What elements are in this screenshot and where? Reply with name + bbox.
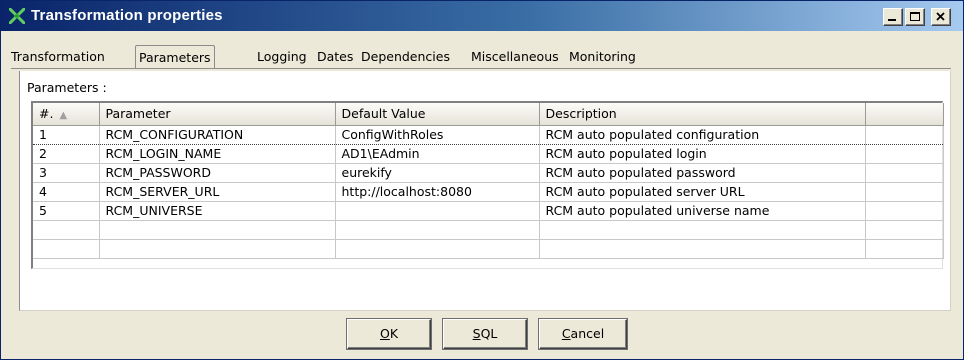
tab-label: Parameters: [139, 50, 211, 65]
empty-cell: [99, 239, 336, 259]
tab-transformation[interactable]: Transformation: [11, 45, 105, 69]
sql-mnemonic: S: [472, 326, 481, 341]
cell-description[interactable]: RCM auto populated server URL: [539, 182, 866, 202]
empty-cell: [865, 239, 944, 259]
parameters-table: #. ▲ Parameter Default Value Description …: [33, 103, 944, 259]
column-header-label: Parameter: [105, 106, 171, 122]
tab-logging[interactable]: Logging: [257, 45, 307, 69]
cell-description[interactable]: RCM auto populated configuration: [539, 124, 866, 145]
tab-dependencies[interactable]: Dependencies: [361, 45, 450, 69]
cell-default-value[interactable]: [335, 201, 540, 221]
cell-default-value[interactable]: eurekify: [335, 163, 540, 183]
column-header-parameter[interactable]: Parameter: [99, 103, 336, 126]
empty-cell: [335, 220, 540, 240]
tab-label: Transformation: [11, 49, 105, 64]
parameters-table-container[interactable]: #. ▲ Parameter Default Value Description …: [31, 101, 944, 269]
empty-cell: [865, 220, 944, 240]
ok-mnemonic: O: [379, 326, 390, 341]
maximize-button[interactable]: [905, 8, 925, 26]
cell-number[interactable]: 2: [33, 144, 100, 164]
empty-cell: [539, 220, 866, 240]
empty-cell: [33, 220, 100, 240]
cell-default-value[interactable]: ConfigWithRoles: [335, 124, 540, 145]
tab-label: Dates: [317, 49, 354, 64]
window-title: Transformation properties: [31, 7, 223, 24]
cell-number[interactable]: 1: [33, 124, 100, 145]
ok-label: K: [389, 326, 399, 341]
cell-empty: [865, 144, 944, 164]
empty-table-row[interactable]: [33, 220, 944, 240]
sql-label: QL: [480, 326, 498, 341]
table-header-row: #. ▲ Parameter Default Value Description: [33, 103, 944, 126]
tab-label: Monitoring: [569, 49, 636, 64]
minimize-button[interactable]: [883, 8, 903, 26]
tab-baseline: [11, 68, 951, 69]
column-header-label: #.: [39, 106, 54, 122]
column-header-default-value[interactable]: Default Value: [335, 103, 540, 126]
tab-label: Logging: [257, 49, 307, 64]
cell-description[interactable]: RCM auto populated password: [539, 163, 866, 183]
cancel-label: ancel: [570, 326, 605, 341]
cell-number[interactable]: 3: [33, 163, 100, 183]
cell-parameter[interactable]: RCM_SERVER_URL: [99, 182, 336, 202]
cancel-button[interactable]: Cancel: [539, 319, 627, 349]
cell-empty: [865, 201, 944, 221]
parameters-label: Parameters :: [27, 80, 107, 95]
sort-ascending-icon: ▲: [59, 110, 68, 122]
cell-default-value[interactable]: AD1\EAdmin: [335, 144, 540, 164]
cell-empty: [865, 124, 944, 145]
table-row[interactable]: 5 RCM_UNIVERSE RCM auto populated univer…: [33, 201, 944, 221]
tab-miscellaneous[interactable]: Miscellaneous: [471, 45, 559, 69]
column-header-description[interactable]: Description: [539, 103, 866, 126]
cell-parameter[interactable]: RCM_UNIVERSE: [99, 201, 336, 221]
tab-monitoring[interactable]: Monitoring: [569, 45, 636, 69]
column-header-empty: [865, 103, 944, 126]
table-row[interactable]: 3 RCM_PASSWORD eurekify RCM auto populat…: [33, 163, 944, 183]
close-button[interactable]: [931, 8, 951, 26]
tab-label: Miscellaneous: [471, 49, 559, 64]
ok-button[interactable]: OK: [347, 319, 431, 349]
table-row[interactable]: 2 RCM_LOGIN_NAME AD1\EAdmin RCM auto pop…: [33, 144, 944, 164]
column-header-label: Description: [545, 106, 617, 122]
title-bar[interactable]: Transformation properties: [1, 1, 963, 31]
cell-empty: [865, 182, 944, 202]
empty-cell: [539, 239, 866, 259]
cell-parameter[interactable]: RCM_CONFIGURATION: [99, 124, 336, 145]
cell-description[interactable]: RCM auto populated login: [539, 144, 866, 164]
cell-description[interactable]: RCM auto populated universe name: [539, 201, 866, 221]
column-header-number[interactable]: #. ▲: [33, 103, 100, 126]
tab-dates[interactable]: Dates: [317, 45, 353, 69]
sql-button[interactable]: SQL: [443, 319, 527, 349]
transformation-properties-dialog: Transformation properties Transformation…: [0, 0, 964, 360]
table-row[interactable]: 1 RCM_CONFIGURATION ConfigWithRoles RCM …: [33, 124, 944, 145]
table-row[interactable]: 4 RCM_SERVER_URL http://localhost:8080 R…: [33, 182, 944, 202]
empty-table-row[interactable]: [33, 239, 944, 259]
cell-number[interactable]: 4: [33, 182, 100, 202]
cell-default-value[interactable]: http://localhost:8080: [335, 182, 540, 202]
empty-cell: [335, 239, 540, 259]
column-header-label: Default Value: [341, 106, 426, 122]
cell-empty: [865, 163, 944, 183]
tab-strip: Transformation Parameters Logging Dates …: [11, 45, 951, 69]
tab-label: Dependencies: [361, 49, 450, 64]
cell-parameter[interactable]: RCM_LOGIN_NAME: [99, 144, 336, 164]
tab-parameters[interactable]: Parameters: [135, 45, 215, 69]
empty-cell: [99, 220, 336, 240]
cell-parameter[interactable]: RCM_PASSWORD: [99, 163, 336, 183]
cancel-mnemonic: C: [561, 326, 571, 341]
empty-cell: [33, 239, 100, 259]
cell-number[interactable]: 5: [33, 201, 100, 221]
transformation-icon: [8, 7, 26, 25]
